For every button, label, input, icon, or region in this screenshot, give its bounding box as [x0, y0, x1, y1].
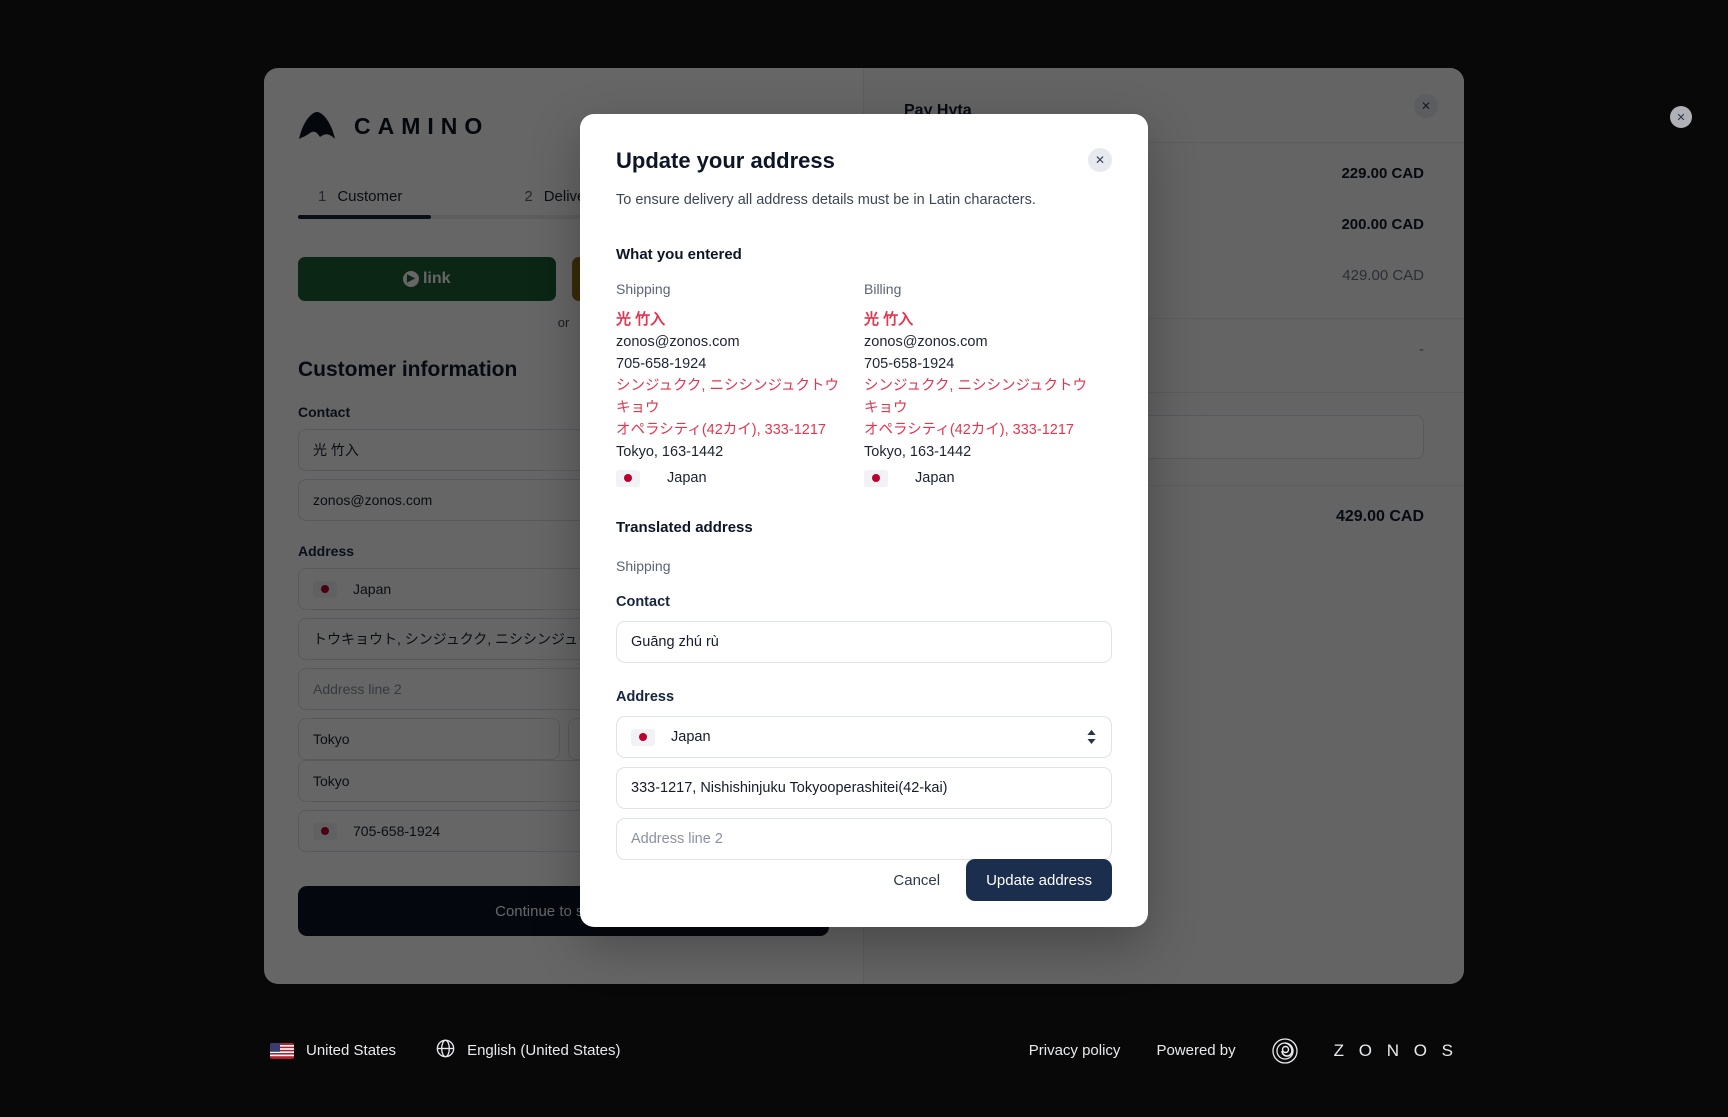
- modal-country-select[interactable]: Japan: [616, 716, 1112, 758]
- powered-by-label: Powered by: [1156, 1042, 1235, 1059]
- what-you-entered-heading: What you entered: [616, 246, 1112, 263]
- page-root: CAMINO 1 Customer 2 Delivery ▶ link: [0, 0, 1728, 1117]
- shipping-address-line-2: オペラシティ(42カイ), 333-1217: [616, 419, 846, 441]
- language-selector[interactable]: English (United States): [436, 1039, 620, 1062]
- billing-caption: Billing: [864, 281, 1094, 297]
- modal-title: Update your address: [616, 148, 835, 174]
- country-selector[interactable]: United States: [270, 1042, 396, 1059]
- shipping-email: zonos@zonos.com: [616, 331, 846, 353]
- translated-address-heading: Translated address: [616, 519, 1112, 536]
- privacy-policy-link[interactable]: Privacy policy: [1029, 1042, 1121, 1059]
- modal-close-icon[interactable]: ✕: [1088, 148, 1112, 172]
- language-selector-label: English (United States): [467, 1042, 620, 1059]
- modal-header: Update your address ✕: [616, 148, 1112, 174]
- page-footer: United States English (United States) Pr…: [0, 984, 1728, 1117]
- shipping-caption: Shipping: [616, 281, 846, 297]
- entered-addresses: Shipping 光 竹入 zonos@zonos.com 705-658-19…: [616, 281, 1112, 489]
- billing-country: Japan: [915, 467, 955, 489]
- modal-contact-label: Contact: [616, 594, 1112, 610]
- footer-right: Privacy policy Powered by Z O N O S: [1029, 1038, 1458, 1064]
- modal-address-line-2-field[interactable]: Address line 2: [616, 818, 1112, 860]
- billing-name: 光 竹入: [864, 309, 1094, 331]
- japan-flag-icon: [864, 470, 888, 487]
- billing-address-line-2: オペラシティ(42カイ), 333-1217: [864, 419, 1094, 441]
- billing-city-postal: Tokyo, 163-1442: [864, 441, 1094, 463]
- chevron-updown-icon: [1086, 729, 1097, 745]
- modal-actions: Cancel Update address: [616, 859, 1112, 901]
- billing-address-line-1: シンジュクク, ニシシンジュクトウキョウ: [864, 375, 1094, 419]
- modal-subtitle: To ensure delivery all address details m…: [616, 192, 1112, 208]
- billing-email: zonos@zonos.com: [864, 331, 1094, 353]
- japan-flag-icon: [631, 729, 655, 746]
- update-address-button[interactable]: Update address: [966, 859, 1112, 901]
- shipping-country-row: Japan: [616, 467, 846, 489]
- country-selector-label: United States: [306, 1042, 396, 1059]
- entered-shipping-column: Shipping 光 竹入 zonos@zonos.com 705-658-19…: [616, 281, 864, 489]
- modal-country-value: Japan: [671, 729, 711, 745]
- modal-contact-field[interactable]: Guāng zhú rù: [616, 621, 1112, 663]
- zonos-wordmark: Z O N O S: [1334, 1041, 1458, 1061]
- translated-shipping-caption: Shipping: [616, 558, 1112, 574]
- update-address-modal: Update your address ✕ To ensure delivery…: [580, 114, 1148, 927]
- zonos-logo-icon: [1272, 1038, 1298, 1064]
- us-flag-icon: [270, 1043, 294, 1059]
- shipping-country: Japan: [667, 467, 707, 489]
- shipping-phone: 705-658-1924: [616, 353, 846, 375]
- shipping-address-line-1: シンジュクク, ニシシンジュクトウキョウ: [616, 375, 846, 419]
- entered-billing-column: Billing 光 竹入 zonos@zonos.com 705-658-192…: [864, 281, 1112, 489]
- modal-address-line-1-field[interactable]: 333-1217, Nishishinjuku Tokyooperashitei…: [616, 767, 1112, 809]
- footer-left: United States English (United States): [270, 1039, 620, 1062]
- billing-country-row: Japan: [864, 467, 1094, 489]
- modal-address-label: Address: [616, 689, 1112, 705]
- globe-icon: [436, 1039, 455, 1062]
- japan-flag-icon: [616, 470, 640, 487]
- cancel-button[interactable]: Cancel: [881, 862, 952, 899]
- checkout-close-icon[interactable]: ✕: [1670, 106, 1692, 128]
- billing-phone: 705-658-1924: [864, 353, 1094, 375]
- shipping-city-postal: Tokyo, 163-1442: [616, 441, 846, 463]
- shipping-name: 光 竹入: [616, 309, 846, 331]
